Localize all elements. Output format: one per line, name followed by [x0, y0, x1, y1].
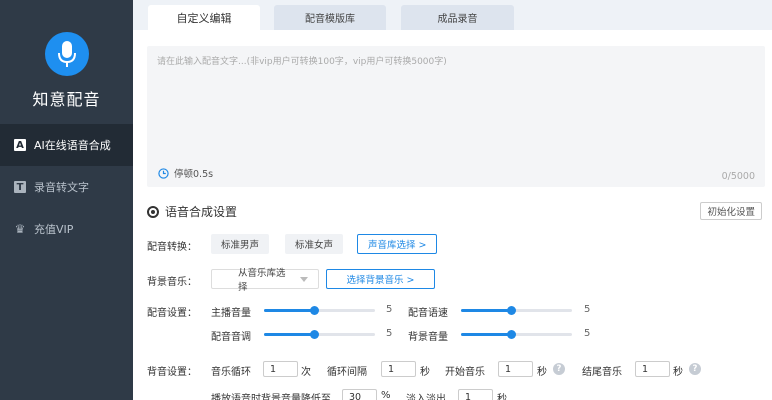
start-music-input[interactable]: 1 [498, 361, 533, 377]
standard-female-voice-button[interactable]: 标准女声 [285, 234, 344, 254]
fade-input[interactable]: 1 [458, 389, 493, 400]
chevron-down-icon [300, 276, 308, 282]
start-music-label: 开始音乐 [445, 367, 485, 378]
text-a-icon: A [14, 139, 26, 151]
sidebar-item-recording-to-text[interactable]: T 录音转文字 [0, 166, 133, 208]
pause-label: 停顿0.5s [174, 169, 214, 180]
music-loop-label: 音乐循环 [211, 367, 251, 378]
sidebar-item-label: 充值VIP [34, 223, 74, 236]
char-counter: 0/5000 [721, 171, 755, 182]
tab-finished-recordings[interactable]: 成品录音 [401, 5, 514, 30]
loop-interval-unit: 秒 [420, 367, 430, 378]
bg-volume-label: 背景音量 [408, 332, 448, 343]
choose-bgm-button[interactable]: 选择背景音乐 > [326, 269, 435, 289]
bgm-select-value: 从音乐库选择 [238, 268, 286, 293]
voice-switch-label: 配音转换： [147, 242, 197, 253]
help-icon[interactable]: ? [689, 363, 701, 375]
tab-custom-edit[interactable]: 自定义编辑 [148, 5, 260, 30]
bg-settings-label: 背音设置： [147, 367, 197, 378]
main-panel: 自定义编辑 配音模版库 成品录音 请在此输入配音文字...(非vip用户可转换1… [133, 0, 772, 400]
section-title: 语音合成设置 [147, 203, 237, 220]
bg-volume-slider[interactable] [461, 330, 572, 339]
end-music-label: 结尾音乐 [582, 367, 622, 378]
bgm-source-select[interactable]: 从音乐库选择 [211, 268, 319, 293]
slider-handle[interactable] [506, 330, 516, 339]
duck-volume-label: 播放语音时背景音量降低至 [211, 394, 331, 400]
fade-unit: 秒 [497, 394, 507, 400]
help-icon[interactable]: ? [553, 363, 565, 375]
logo-area: 知意配音 [0, 0, 133, 124]
music-loop-input[interactable]: 1 [263, 361, 298, 377]
settings-circle-icon [147, 205, 159, 218]
host-volume-value: 5 [386, 304, 393, 315]
slider-handle[interactable] [506, 306, 516, 315]
text-editor[interactable]: 请在此输入配音文字...(非vip用户可转换100字，vip用户可转换5000字… [147, 46, 765, 187]
tab-bar: 自定义编辑 配音模版库 成品录音 [133, 0, 772, 30]
host-volume-slider[interactable] [264, 306, 375, 315]
music-loop-unit: 次 [301, 367, 311, 378]
dub-settings-label: 配音设置： [147, 308, 197, 319]
sidebar-item-vip[interactable]: ♛ 充值VIP [0, 208, 133, 250]
end-music-unit: 秒 [673, 367, 683, 378]
dub-pitch-value: 5 [386, 328, 393, 339]
dub-speed-value: 5 [584, 304, 591, 315]
duck-volume-unit: % [381, 390, 391, 400]
editor-placeholder: 请在此输入配音文字...(非vip用户可转换100字，vip用户可转换5000字… [157, 57, 447, 67]
start-music-unit: 秒 [537, 367, 547, 378]
duck-volume-input[interactable]: 30 [342, 389, 377, 400]
end-music-input[interactable]: 1 [635, 361, 670, 377]
app-title: 知意配音 [32, 90, 101, 109]
dub-speed-label: 配音语速 [408, 308, 448, 319]
dub-speed-slider[interactable] [461, 306, 572, 315]
section-title-text: 语音合成设置 [165, 205, 238, 219]
clock-icon [158, 167, 169, 179]
bgm-label: 背景音乐： [147, 277, 197, 288]
reset-settings-button[interactable]: 初始化设置 [700, 202, 762, 220]
bg-volume-value: 5 [584, 328, 591, 339]
sidebar: 知意配音 A AI在线语音合成 T 录音转文字 ♛ 充值VIP [0, 0, 133, 400]
voice-library-button[interactable]: 声音库选择 > [357, 234, 438, 254]
loop-interval-label: 循环间隔 [327, 367, 367, 378]
slider-handle[interactable] [309, 330, 319, 339]
text-t-icon: T [14, 181, 26, 193]
pause-button[interactable]: 停顿0.5s [158, 166, 213, 180]
dub-pitch-slider[interactable] [264, 330, 375, 339]
crown-icon: ♛ [14, 222, 26, 236]
host-volume-label: 主播音量 [211, 308, 251, 319]
dub-pitch-label: 配音音调 [211, 332, 251, 343]
sidebar-item-label: 录音转文字 [34, 181, 89, 194]
tab-template-library[interactable]: 配音模版库 [274, 5, 386, 30]
slider-handle[interactable] [309, 306, 319, 315]
standard-male-voice-button[interactable]: 标准男声 [211, 234, 270, 254]
sidebar-item-label: AI在线语音合成 [34, 139, 111, 152]
microphone-logo-icon [44, 32, 89, 76]
loop-interval-input[interactable]: 1 [381, 361, 416, 377]
sidebar-item-ai-tts[interactable]: A AI在线语音合成 [0, 124, 133, 166]
fade-label: 淡入淡出 [406, 394, 446, 400]
